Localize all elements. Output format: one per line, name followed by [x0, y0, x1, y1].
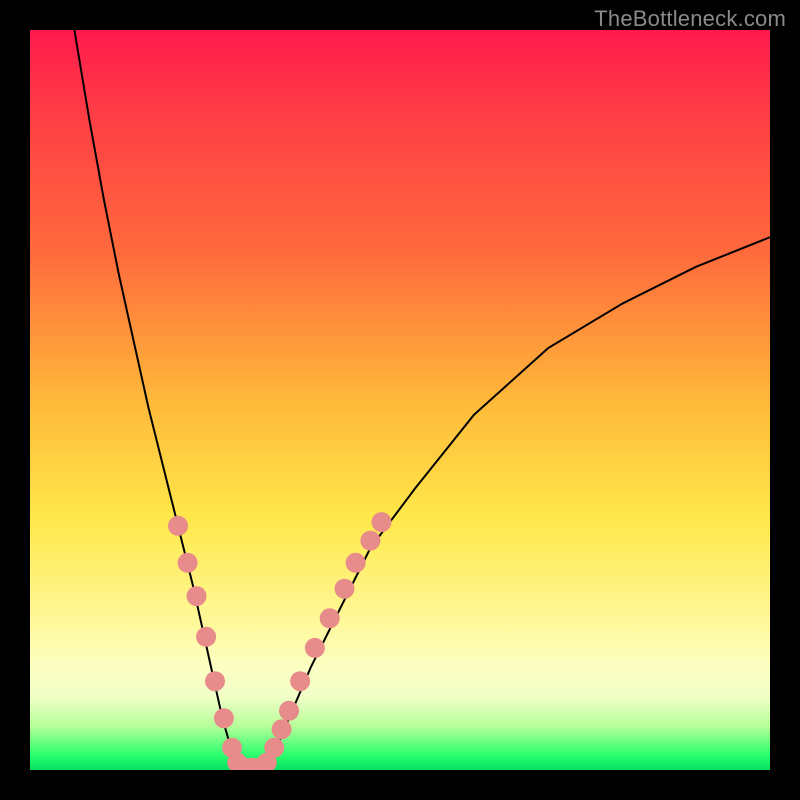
- chart-frame: TheBottleneck.com: [0, 0, 800, 800]
- bead-marker: [196, 627, 216, 647]
- bead-marker: [305, 638, 325, 658]
- v-curve: [74, 30, 770, 770]
- bead-marker: [264, 738, 284, 758]
- bead-marker: [272, 719, 292, 739]
- plot-area: [30, 30, 770, 770]
- bead-marker: [346, 553, 366, 573]
- bead-marker: [187, 586, 207, 606]
- bead-marker: [360, 531, 380, 551]
- watermark-text: TheBottleneck.com: [594, 6, 786, 32]
- bead-marker: [178, 553, 198, 573]
- curve-group: [74, 30, 770, 770]
- bead-marker: [279, 701, 299, 721]
- bead-marker: [205, 671, 225, 691]
- bead-marker: [320, 608, 340, 628]
- bead-marker: [335, 579, 355, 599]
- bead-marker: [372, 512, 392, 532]
- bead-marker: [290, 671, 310, 691]
- bead-marker: [168, 516, 188, 536]
- bead-marker: [214, 708, 234, 728]
- curve-layer: [30, 30, 770, 770]
- marker-group: [168, 512, 392, 770]
